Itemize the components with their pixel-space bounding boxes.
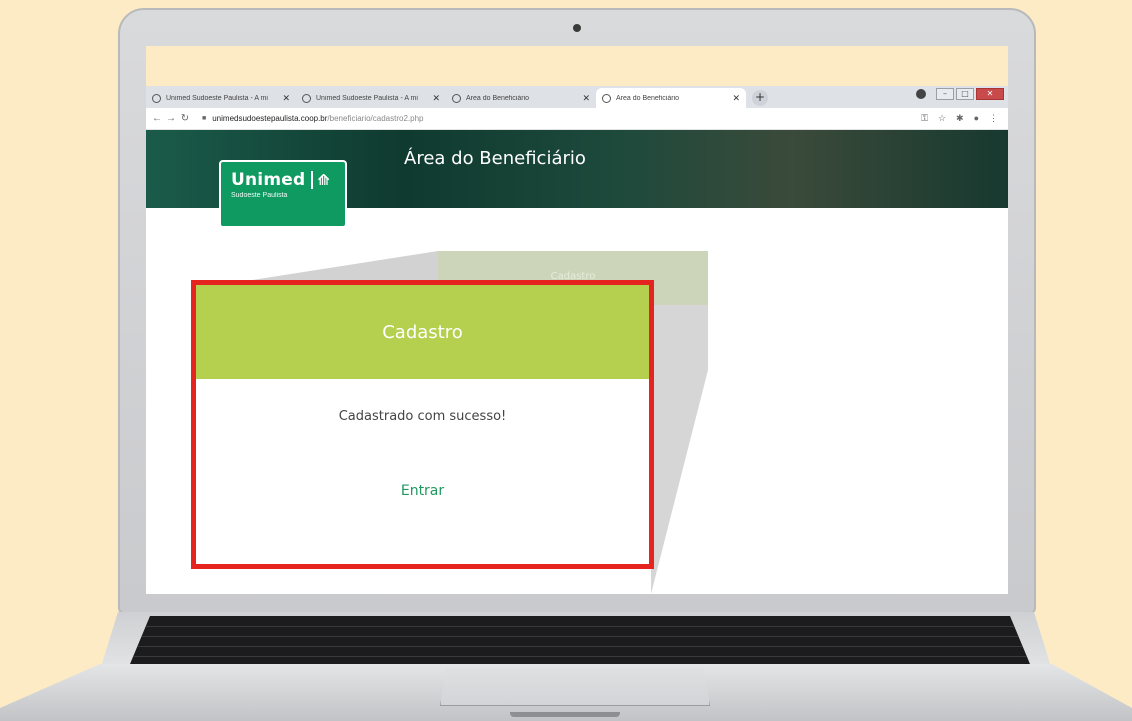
account-icon[interactable]: ● — [974, 113, 979, 124]
tab-label: Unimed Sudoeste Paulista - A mi — [316, 94, 418, 102]
new-tab-button[interactable]: + — [752, 90, 768, 106]
globe-icon — [452, 93, 461, 103]
entrar-link[interactable]: Entrar — [196, 483, 649, 499]
page-title: Área do Beneficiário — [404, 148, 586, 169]
window-titlebar — [146, 46, 1008, 86]
profile-icon[interactable] — [916, 89, 926, 99]
trackpad[interactable] — [440, 668, 710, 706]
lock-icon[interactable]: ■ — [202, 115, 206, 122]
keyboard — [130, 616, 1030, 664]
browser-tab-active[interactable]: Área do Beneficiário ✕ — [596, 88, 746, 108]
forward-icon[interactable]: → — [164, 113, 178, 124]
url-path: /beneficiario/cadastro2.php — [327, 114, 424, 123]
unimed-logo[interactable]: Unimed ⟰ Sudoeste Paulista — [219, 160, 347, 228]
globe-icon — [302, 93, 311, 103]
modal-header: Cadastro — [196, 285, 649, 379]
extensions-icon[interactable]: ✱ — [956, 113, 964, 124]
logo-name: Unimed ⟰ — [231, 170, 331, 190]
webcam — [573, 24, 581, 32]
tree-icon: ⟰ — [311, 171, 331, 189]
browser-tab-bar: Unimed Sudoeste Paulista - A mi ✕ Unimed… — [146, 86, 1008, 108]
back-icon[interactable]: ← — [150, 113, 164, 124]
url-host: unimedsudoestepaulista.coop.br — [212, 114, 328, 123]
close-window-button[interactable]: ✕ — [976, 88, 1004, 100]
close-icon[interactable]: ✕ — [582, 93, 590, 104]
close-icon[interactable]: ✕ — [432, 93, 440, 104]
globe-icon — [602, 93, 611, 103]
minimize-button[interactable]: – — [936, 88, 954, 100]
globe-icon — [152, 93, 161, 103]
toolbar-icons: ⚿ ☆ ✱ ● ⋮ — [921, 113, 1004, 124]
tab-label: Área do Beneficiário — [466, 94, 530, 102]
browser-tab[interactable]: Unimed Sudoeste Paulista - A mi ✕ — [146, 88, 296, 108]
close-icon[interactable]: ✕ — [282, 93, 290, 104]
logo-subtitle: Sudoeste Paulista — [231, 192, 288, 199]
url-field[interactable]: unimedsudoestepaulista.coop.br/beneficia… — [212, 114, 423, 123]
address-bar: ← → ↻ ■ unimedsudoestepaulista.coop.br/b… — [146, 108, 1008, 130]
star-icon[interactable]: ☆ — [938, 113, 946, 124]
maximize-button[interactable]: □ — [956, 88, 974, 100]
key-icon[interactable]: ⚿ — [921, 113, 928, 124]
window-controls: – □ ✕ — [916, 88, 1004, 100]
browser-tab[interactable]: Área do Beneficiário ✕ — [446, 88, 596, 108]
modal-title: Cadastro — [382, 321, 463, 343]
success-modal-zoom: Cadastro Cadastrado com sucesso! Entrar — [191, 280, 654, 569]
close-icon[interactable]: ✕ — [732, 93, 740, 104]
tab-label: Área do Beneficiário — [616, 94, 680, 102]
browser-tab[interactable]: Unimed Sudoeste Paulista - A mi ✕ — [296, 88, 446, 108]
laptop-notch — [510, 712, 620, 717]
menu-icon[interactable]: ⋮ — [989, 113, 998, 124]
reload-icon[interactable]: ↻ — [178, 113, 192, 124]
tab-label: Unimed Sudoeste Paulista - A mi — [166, 94, 268, 102]
success-message: Cadastrado com sucesso! — [338, 409, 507, 424]
